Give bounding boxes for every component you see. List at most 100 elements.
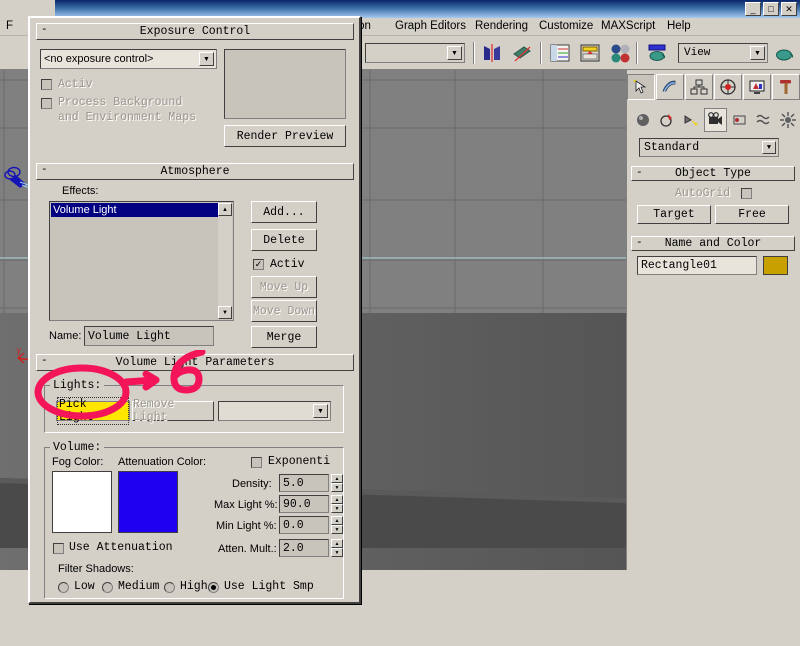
density-input[interactable]: 5.0 [279, 474, 329, 492]
object-color-swatch[interactable] [763, 256, 788, 275]
process-background-label-1: Process Background [58, 96, 183, 109]
named-selection-combo[interactable]: ▼ [365, 43, 465, 63]
move-down-button[interactable]: Move Down [251, 300, 317, 322]
motion-tab[interactable] [714, 74, 742, 100]
helpers-icon[interactable] [728, 108, 751, 132]
collapse-icon[interactable]: - [41, 164, 48, 176]
exposure-control-combo[interactable]: <no exposure control> ▼ [40, 49, 217, 69]
render-scene-icon[interactable] [645, 41, 669, 65]
render-preview-button[interactable]: Render Preview [224, 125, 346, 147]
fog-color-swatch[interactable] [52, 471, 112, 533]
mirror-icon[interactable] [480, 41, 504, 65]
object-name-value: Rectangle01 [641, 259, 717, 272]
chevron-down-icon[interactable]: ▼ [313, 404, 328, 418]
menu-help[interactable]: Help [667, 20, 691, 32]
collapse-icon[interactable]: - [41, 355, 48, 367]
object-type-header[interactable]: - Object Type [631, 166, 795, 181]
process-background-label-2: and Environment Maps [58, 111, 197, 124]
render-icon[interactable] [772, 41, 796, 65]
effects-list-scrollbar[interactable]: ▲ ▼ [218, 203, 232, 319]
filter-use-light-smp-radio[interactable] [208, 582, 219, 593]
remove-light-button[interactable]: Remove Light [132, 398, 214, 424]
filter-medium-radio[interactable] [102, 582, 113, 593]
light-list-combo[interactable]: ▼ [218, 401, 331, 421]
min-light-spinner[interactable]: ▲ ▼ [331, 516, 343, 534]
name-and-color-title: Name and Color [664, 237, 762, 250]
process-background-checkbox[interactable] [41, 98, 52, 109]
cameras-icon[interactable] [703, 108, 728, 132]
effect-name-label: Name: [49, 330, 82, 342]
volume-light-parameters-header[interactable]: - Volume Light Parameters [36, 354, 354, 371]
render-view-combo[interactable]: View ▼ [678, 43, 768, 63]
object-category-value: Standard [644, 141, 700, 154]
menu-file[interactable]: F [6, 20, 13, 32]
density-spinner[interactable]: ▲ ▼ [331, 474, 343, 492]
chevron-down-icon[interactable]: ▼ [750, 46, 765, 60]
display-tab[interactable] [743, 74, 771, 100]
delete-effect-button[interactable]: Delete [251, 229, 317, 251]
effect-active-checkbox[interactable]: ✓ [253, 259, 264, 270]
chevron-down-icon[interactable]: ▼ [762, 141, 776, 154]
merge-button[interactable]: Merge [251, 326, 317, 348]
autogrid-checkbox[interactable] [741, 188, 752, 199]
minimize-button[interactable]: _ [745, 2, 761, 16]
collapse-icon[interactable]: - [636, 237, 643, 249]
atmosphere-header[interactable]: - Atmosphere [36, 163, 354, 180]
geometry-icon[interactable] [631, 108, 654, 132]
object-type-rollup: - Object Type AutoGrid Target Free [631, 166, 795, 231]
lights-icon[interactable] [680, 108, 703, 132]
scroll-up-icon[interactable]: ▲ [218, 203, 232, 216]
effects-listbox[interactable]: Volume Light ▲ ▼ [49, 201, 234, 321]
curve-editor-icon[interactable] [548, 41, 572, 65]
chevron-down-icon[interactable]: ▼ [199, 52, 214, 66]
filter-high-radio[interactable] [164, 582, 175, 593]
volume-group-title: Volume: [50, 441, 105, 454]
exponential-checkbox[interactable] [251, 457, 262, 468]
align-icon[interactable] [510, 41, 534, 65]
use-attenuation-checkbox[interactable] [53, 543, 64, 554]
object-category-combo[interactable]: Standard ▼ [639, 138, 779, 157]
shapes-icon[interactable] [655, 108, 678, 132]
effect-active-label: Activ [270, 258, 305, 271]
exposure-control-header[interactable]: - Exposure Control [36, 23, 354, 40]
move-up-button[interactable]: Move Up [251, 276, 317, 298]
material-editor-icon[interactable] [608, 41, 632, 65]
collapse-icon[interactable]: - [636, 167, 643, 179]
atten-mult-spinner[interactable]: ▲ ▼ [331, 539, 343, 557]
scroll-down-icon[interactable]: ▼ [218, 306, 232, 319]
attenuation-color-swatch[interactable] [118, 471, 178, 533]
menu-customize[interactable]: Customize [539, 20, 593, 32]
add-effect-button[interactable]: Add... [251, 201, 317, 223]
utilities-tab[interactable] [772, 74, 800, 100]
pick-light-button[interactable]: Pick Light [56, 397, 130, 425]
create-tab[interactable] [627, 74, 655, 100]
exposure-preview-box [224, 49, 346, 119]
exposure-active-checkbox[interactable] [41, 79, 52, 90]
atten-mult-input[interactable]: 2.0 [279, 539, 329, 557]
name-and-color-header[interactable]: - Name and Color [631, 236, 795, 251]
effect-name-input[interactable]: Volume Light [84, 326, 214, 346]
max-light-input[interactable]: 90.0 [279, 495, 329, 513]
chevron-down-icon[interactable]: ▼ [447, 46, 462, 60]
filter-low-label: Low [74, 580, 95, 593]
effects-list-item-selected[interactable]: Volume Light [51, 203, 218, 217]
object-type-title: Object Type [675, 167, 751, 180]
menu-maxscript[interactable]: MAXScript [601, 20, 655, 32]
modify-tab[interactable] [656, 74, 684, 100]
hierarchy-tab[interactable] [685, 74, 713, 100]
systems-icon[interactable] [777, 108, 800, 132]
object-name-input[interactable]: Rectangle01 [637, 256, 757, 275]
max-light-spinner[interactable]: ▲ ▼ [331, 495, 343, 513]
min-light-input[interactable]: 0.0 [279, 516, 329, 534]
collapse-icon[interactable]: - [41, 24, 48, 36]
close-button[interactable]: ✕ [781, 2, 797, 16]
autogrid-label: AutoGrid [675, 187, 731, 200]
filter-low-radio[interactable] [58, 582, 69, 593]
space-warps-icon[interactable] [752, 108, 775, 132]
schematic-view-icon[interactable] [578, 41, 602, 65]
free-button[interactable]: Free [715, 205, 789, 224]
menu-graph-editors[interactable]: Graph Editors [395, 20, 466, 32]
maximize-button[interactable]: □ [763, 2, 779, 16]
menu-rendering[interactable]: Rendering [475, 20, 528, 32]
target-button[interactable]: Target [637, 205, 711, 224]
